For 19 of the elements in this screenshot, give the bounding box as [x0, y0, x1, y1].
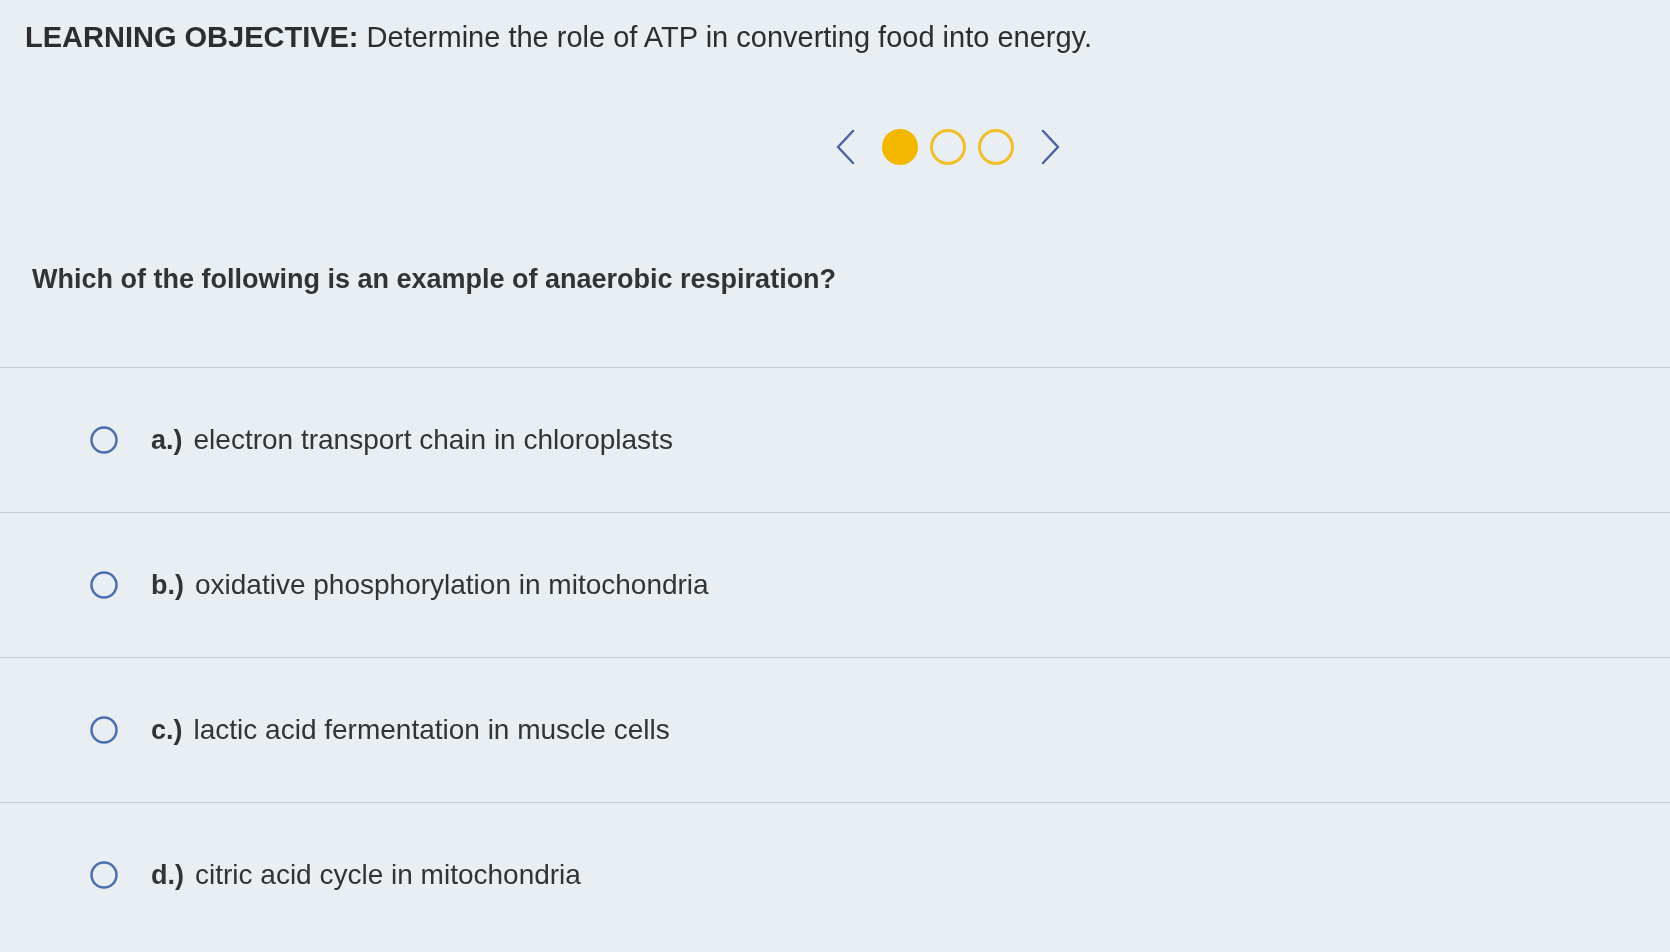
- option-text[interactable]: citric acid cycle in mitochondria: [195, 858, 581, 892]
- radio-button[interactable]: [90, 571, 118, 599]
- radio-button[interactable]: [90, 426, 118, 454]
- page-dot-icon[interactable]: [881, 128, 919, 166]
- radio-button[interactable]: [90, 861, 118, 889]
- option-text[interactable]: oxidative phosphorylation in mitochondria: [195, 568, 709, 602]
- chevron-left-icon[interactable]: [836, 129, 855, 165]
- option-letter: c.): [151, 714, 183, 747]
- option-text[interactable]: lactic acid fermentation in muscle cells: [193, 713, 670, 747]
- radio-button[interactable]: [90, 716, 118, 744]
- option-letter: a.): [151, 424, 183, 457]
- option-letter: b.): [151, 569, 184, 602]
- chevron-right-icon[interactable]: [1041, 129, 1060, 165]
- question-text: Which of the following is an example of anaerobic respiration?: [32, 263, 837, 296]
- learning-objective: LEARNING OBJECTIVE: Determine the role of ATP in converting food into energy.: [25, 20, 1092, 55]
- option-text[interactable]: electron transport chain in chloroplasts: [193, 423, 673, 457]
- page-dot-icon[interactable]: [929, 128, 967, 166]
- option-letter: d.): [151, 859, 184, 892]
- page-dot-icon[interactable]: [977, 128, 1015, 166]
